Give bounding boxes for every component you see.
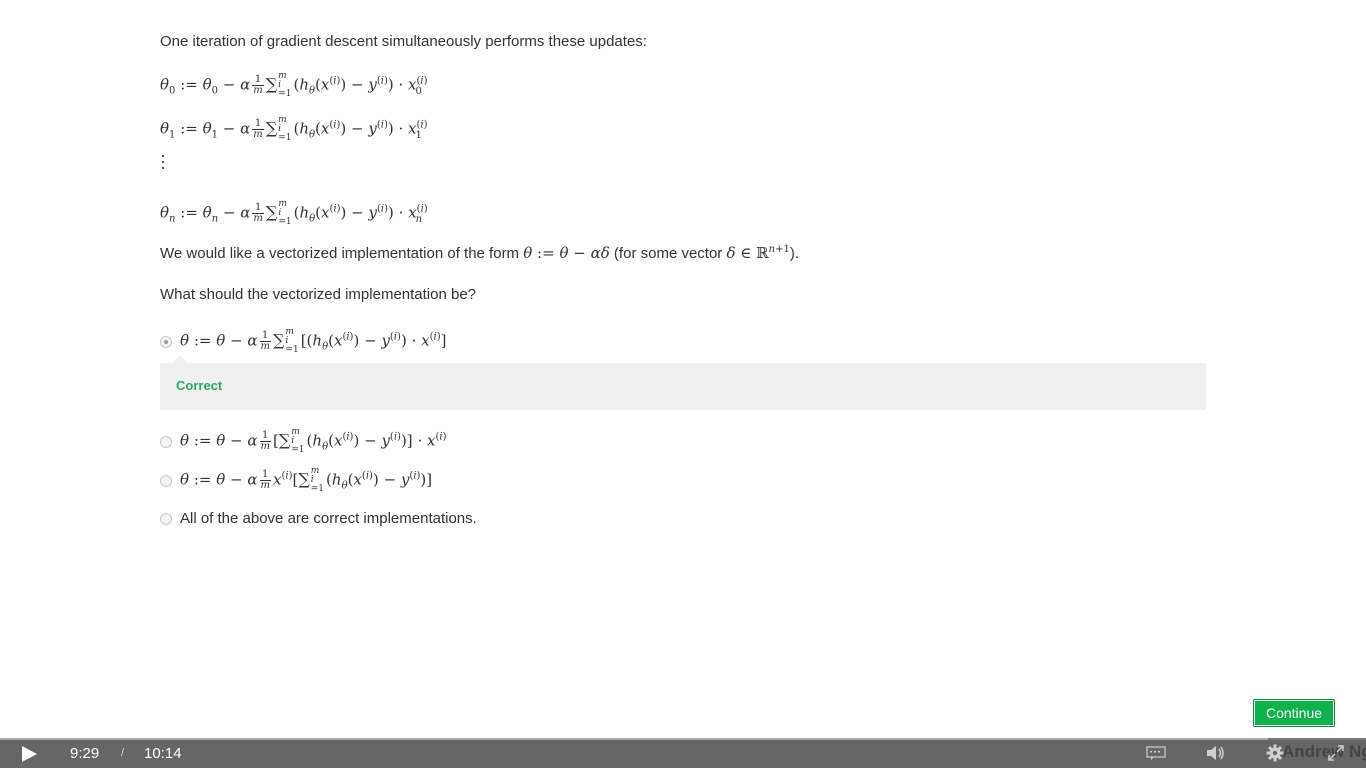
answer-option-3[interactable]: θ := θ − α 1 m x(i)[∑ m i =1 (hθ(x(i)) − y(i))] bbox=[160, 467, 432, 494]
radio-button-selected[interactable] bbox=[160, 335, 172, 348]
current-time: 9:29 bbox=[70, 745, 100, 762]
answer-option-1-formula: θ := θ − α 1 m ∑ m i =1 [(hθ(x(i)) − y(i)) · x(… bbox=[180, 327, 447, 355]
video-player-controls: Andrew Ng 9:29 / 10:14 bbox=[0, 738, 1366, 768]
time-separator: / bbox=[121, 747, 125, 759]
feedback-correct-label: Correct bbox=[176, 378, 223, 393]
play-icon[interactable] bbox=[20, 745, 38, 763]
answer-option-3-formula: θ := θ − α 1 m x(i)[∑ m i =1 (hθ(x(i)) − y(i))] bbox=[180, 466, 433, 494]
continue-button[interactable]: Continue bbox=[1253, 699, 1335, 727]
update-equation-theta-1: θ1 := θ1 − α 1 m ∑ m i =1 (hθ(x(i)) − y(i)) · x… bbox=[160, 115, 428, 143]
delta-in-reals-formula: δ ∈ ℝn+1 bbox=[726, 244, 790, 262]
update-equation-theta-n: θn := θn − α 1 m ∑ m i =1 (hθ(x(i)) − y(i)) · x… bbox=[160, 199, 428, 227]
answer-option-4-label: All of the above are correct implementat… bbox=[180, 510, 477, 527]
paragraph-text: ). bbox=[789, 245, 800, 262]
video-watermark: Andrew Ng bbox=[1282, 742, 1366, 761]
update-equation-theta-0: θ0 := θ0 − α 1 m ∑ m i =1 (hθ(x(i)) − y(i)) · x… bbox=[160, 71, 428, 99]
progress-bar[interactable] bbox=[0, 738, 1366, 740]
vectorized-form-paragraph: We would like a vectorized implementatio… bbox=[160, 244, 799, 262]
question-intro: One iteration of gradient descent simult… bbox=[160, 33, 647, 50]
vectorized-form-formula: θ := θ − αδ bbox=[523, 244, 610, 262]
paragraph-text: (for some vector bbox=[609, 245, 727, 262]
radio-button[interactable] bbox=[160, 435, 172, 448]
progress-bar-fill bbox=[0, 738, 1268, 740]
answer-option-2-formula: θ := θ − α 1 m [∑ m i =1 (hθ(x(i)) − y(i))] · x… bbox=[180, 427, 447, 455]
subtitles-icon[interactable] bbox=[1146, 746, 1166, 760]
answer-option-2[interactable]: θ := θ − α 1 m [∑ m i =1 (hθ(x(i)) − y(i))] · x… bbox=[160, 428, 446, 455]
total-time: 10:14 bbox=[144, 745, 182, 762]
volume-icon[interactable] bbox=[1206, 744, 1226, 762]
fullscreen-icon[interactable] bbox=[1328, 745, 1344, 761]
answer-feedback-panel: Correct bbox=[160, 355, 1206, 410]
paragraph-text: We would like a vectorized implementatio… bbox=[160, 245, 524, 262]
gear-icon[interactable] bbox=[1266, 744, 1284, 762]
radio-button[interactable] bbox=[160, 512, 172, 525]
vertical-ellipsis: · · · bbox=[160, 145, 166, 177]
answer-option-1[interactable]: θ := θ − α 1 m ∑ m i =1 [(hθ(x(i)) − y(i)) · x(… bbox=[160, 328, 446, 355]
question-ask: What should the vectorized implementatio… bbox=[160, 286, 477, 303]
radio-button[interactable] bbox=[160, 474, 172, 487]
answer-option-4[interactable]: All of the above are correct implementat… bbox=[160, 510, 477, 527]
